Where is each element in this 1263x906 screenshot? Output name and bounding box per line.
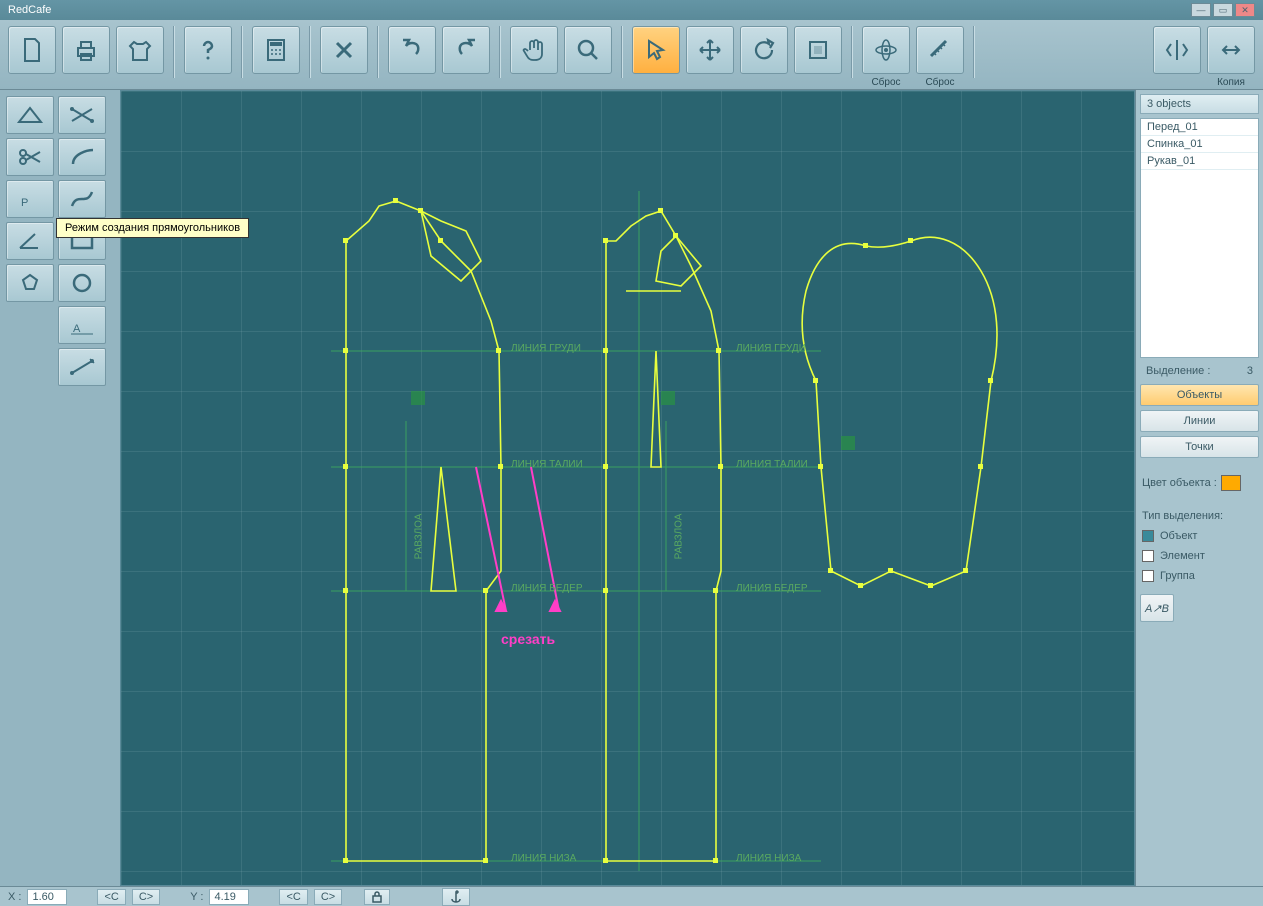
balance-label-2: РАВЗЛОА	[673, 514, 684, 560]
tooltip: Режим создания прямоугольников	[56, 218, 249, 238]
svg-text:P: P	[21, 197, 28, 209]
undo-button[interactable]	[388, 26, 436, 74]
svg-text:A: A	[73, 323, 81, 335]
objects-button[interactable]: Объекты	[1140, 384, 1259, 406]
c-next-button[interactable]: C>	[132, 889, 160, 905]
balance-label: РАВЗЛОА	[413, 514, 424, 560]
chest-line-label-2: ЛИНИЯ ГРУДИ	[736, 343, 806, 354]
selection-count: 3	[1247, 365, 1253, 377]
x-value[interactable]: 1.60	[27, 889, 67, 905]
delete-button[interactable]	[320, 26, 368, 74]
dimension-tool[interactable]	[58, 348, 106, 386]
zoom-button[interactable]	[564, 26, 612, 74]
y-label: Y :	[190, 891, 203, 903]
color-row: Цвет объекта :	[1140, 472, 1259, 494]
arc-tool[interactable]	[58, 138, 106, 176]
left-toolbar: P A	[0, 90, 120, 886]
triangle-tool[interactable]	[6, 96, 54, 134]
anchor-button[interactable]	[442, 888, 470, 906]
axis-reset-button[interactable]	[862, 26, 910, 74]
curve-tool[interactable]	[58, 180, 106, 218]
help-button[interactable]	[184, 26, 232, 74]
copy-label: Копия	[1217, 77, 1245, 88]
measure-reset-button[interactable]	[916, 26, 964, 74]
hip-line-label-2: ЛИНИЯ БЕДЕР	[736, 583, 808, 594]
bottom-line-label: ЛИНИЯ НИЗА	[511, 853, 576, 864]
main-toolbar: Сброс Сброс Копия	[0, 20, 1263, 90]
points-button[interactable]: Точки	[1140, 436, 1259, 458]
lock-button[interactable]	[364, 889, 390, 905]
circle-tool[interactable]	[58, 264, 106, 302]
window-buttons: — ▭ ✕	[1191, 3, 1255, 17]
objects-count-header: 3 objects	[1140, 94, 1259, 114]
copy-button[interactable]	[1207, 26, 1255, 74]
object-list[interactable]: Перед_01 Спинка_01 Рукав_01	[1140, 118, 1259, 358]
chk-object[interactable]: Объект	[1140, 528, 1259, 544]
chest-line-label: ЛИНИЯ ГРУДИ	[511, 343, 581, 354]
select-arrow-button[interactable]	[632, 26, 680, 74]
scale-button[interactable]	[794, 26, 842, 74]
list-item[interactable]: Рукав_01	[1141, 153, 1258, 170]
ab-rename-button[interactable]: A↗B	[1140, 594, 1174, 622]
shape-tool[interactable]	[6, 264, 54, 302]
hip-line-label: ЛИНИЯ БЕДЕР	[511, 583, 583, 594]
garment-button[interactable]	[116, 26, 164, 74]
color-label: Цвет объекта :	[1142, 477, 1217, 489]
calculator-button[interactable]	[252, 26, 300, 74]
status-bar: X : 1.60 <С C> Y : 4.19 <С C>	[0, 886, 1263, 906]
list-item[interactable]: Спинка_01	[1141, 136, 1258, 153]
chk-element[interactable]: Элемент	[1140, 548, 1259, 564]
y-value[interactable]: 4.19	[209, 889, 249, 905]
x-label: X :	[8, 891, 21, 903]
waist-line-label: ЛИНИЯ ТАЛИИ	[511, 459, 583, 470]
mirror-v-button[interactable]	[1153, 26, 1201, 74]
app-title: RedCafe	[8, 4, 51, 16]
color-swatch[interactable]	[1221, 475, 1241, 491]
close-button[interactable]: ✕	[1235, 3, 1255, 17]
angle-tool[interactable]	[6, 222, 54, 260]
main-area: P A	[0, 90, 1263, 886]
selection-label: Выделение :	[1146, 365, 1210, 377]
c-prev-button[interactable]: <С	[97, 889, 125, 905]
pan-button[interactable]	[510, 26, 558, 74]
chk-group[interactable]: Группа	[1140, 568, 1259, 584]
list-item[interactable]: Перед_01	[1141, 119, 1258, 136]
c-next-button-2[interactable]: C>	[314, 889, 342, 905]
move-button[interactable]	[686, 26, 734, 74]
print-button[interactable]	[62, 26, 110, 74]
line-tool[interactable]	[58, 96, 106, 134]
c-prev-button-2[interactable]: <С	[279, 889, 307, 905]
reset1-label: Сброс	[871, 77, 900, 88]
redo-button[interactable]	[442, 26, 490, 74]
text-tool[interactable]: A	[58, 306, 106, 344]
selection-type-label: Тип выделения:	[1140, 508, 1259, 524]
scissors-tool[interactable]	[6, 138, 54, 176]
canvas[interactable]: ЛИНИЯ ГРУДИ ЛИНИЯ ГРУДИ ЛИНИЯ ТАЛИИ ЛИНИ…	[120, 90, 1135, 886]
minimize-button[interactable]: —	[1191, 3, 1211, 17]
titlebar: RedCafe — ▭ ✕	[0, 0, 1263, 20]
right-panel: 3 objects Перед_01 Спинка_01 Рукав_01 Вы…	[1135, 90, 1263, 886]
selection-row: Выделение : 3	[1140, 362, 1259, 380]
rotate-button[interactable]	[740, 26, 788, 74]
lines-button[interactable]: Линии	[1140, 410, 1259, 432]
reset2-label: Сброс	[925, 77, 954, 88]
point-tool[interactable]: P	[6, 180, 54, 218]
new-file-button[interactable]	[8, 26, 56, 74]
cut-label: срезать	[501, 631, 555, 647]
maximize-button[interactable]: ▭	[1213, 3, 1233, 17]
bottom-line-label-2: ЛИНИЯ НИЗА	[736, 853, 801, 864]
waist-line-label-2: ЛИНИЯ ТАЛИИ	[736, 459, 808, 470]
